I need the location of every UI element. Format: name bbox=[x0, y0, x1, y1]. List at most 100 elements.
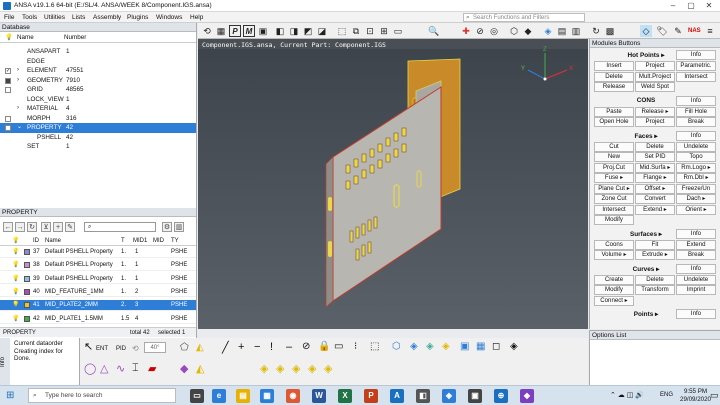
module-button[interactable]: New bbox=[594, 152, 634, 162]
ent-select-icon[interactable]: ⬡ bbox=[392, 341, 401, 352]
circle-icon[interactable]: ◯ bbox=[84, 362, 96, 375]
columns-icon[interactable]: ▥ bbox=[174, 222, 184, 232]
module-button[interactable]: Transform bbox=[635, 285, 675, 295]
module-button[interactable]: Break bbox=[676, 117, 716, 127]
visibility-checkbox[interactable] bbox=[5, 115, 11, 122]
app-icon[interactable]: ◧ bbox=[416, 389, 430, 403]
bulb-icon[interactable]: 💡 bbox=[12, 287, 19, 298]
module-button[interactable]: Fill Hole bbox=[676, 106, 716, 117]
cube-gray-icon[interactable]: ◈ bbox=[510, 341, 518, 352]
close-icon[interactable]: ✕ bbox=[702, 1, 716, 11]
center-icon[interactable]: ⊞ bbox=[378, 25, 390, 37]
store-icon[interactable]: ▦ bbox=[260, 389, 274, 403]
section-cons[interactable]: CONS bbox=[622, 97, 670, 104]
view-top-icon[interactable]: ▣ bbox=[257, 25, 269, 37]
module-button[interactable]: Delete bbox=[594, 71, 634, 82]
info-button-curves[interactable]: Info bbox=[676, 263, 716, 274]
powerpoint-icon[interactable]: P bbox=[364, 389, 378, 403]
zoom-window-icon[interactable]: ⧉ bbox=[350, 25, 362, 37]
display-icon[interactable]: ▭ bbox=[334, 341, 343, 352]
module-button[interactable]: Coons bbox=[594, 239, 634, 250]
section-curves[interactable]: Curves ▸ bbox=[622, 265, 670, 273]
cube-wire-icon[interactable]: ◻ bbox=[492, 341, 500, 352]
module-button[interactable]: Delete bbox=[635, 274, 675, 285]
dash-icon[interactable]: ‒ bbox=[286, 341, 292, 353]
db-row[interactable]: › MATERIAL 4 bbox=[0, 104, 196, 114]
module-button[interactable]: Fuse ▸ bbox=[594, 173, 634, 183]
cube-multi-icon[interactable]: ▣ bbox=[460, 341, 469, 352]
ansa-taskbar-icon[interactable]: A bbox=[390, 389, 404, 403]
view-side-icon[interactable]: ◨ bbox=[288, 25, 300, 37]
word-icon[interactable]: W bbox=[312, 389, 326, 403]
minus-icon[interactable]: − bbox=[254, 341, 260, 353]
module-button[interactable]: Flange ▸ bbox=[635, 173, 675, 183]
bulb-icon[interactable]: 💡 bbox=[12, 260, 19, 271]
pid-label[interactable]: PID bbox=[116, 346, 126, 352]
db-row[interactable]: MORPH 316 bbox=[0, 114, 196, 124]
module-button[interactable]: Release ▸ bbox=[635, 106, 675, 117]
surface-fill-icon[interactable]: ◭ bbox=[196, 362, 204, 375]
module-button[interactable]: Undelete bbox=[676, 274, 716, 285]
settings-icon[interactable]: ⚙ bbox=[162, 222, 172, 232]
taskbar-search-input[interactable]: ⌕ Type here to search bbox=[28, 388, 176, 403]
property-search-input[interactable]: ⌕ bbox=[84, 222, 156, 232]
fit-icon[interactable]: ⊡ bbox=[364, 25, 376, 37]
property-row[interactable]: 💡 42 MID_PLATE1_1.5MM 1.5 4 PSHE bbox=[0, 314, 196, 324]
module-button[interactable]: Dach ▸ bbox=[676, 194, 716, 204]
beam-icon[interactable]: ⌶ bbox=[132, 362, 139, 375]
info-button-points[interactable]: Info bbox=[676, 309, 716, 319]
module-button[interactable]: Insert bbox=[594, 61, 634, 71]
refresh-icon[interactable]: ↻ bbox=[590, 25, 602, 37]
selection-icon[interactable]: ◈ bbox=[542, 25, 554, 37]
module-button[interactable]: Extend ▸ bbox=[635, 204, 675, 215]
module-button[interactable]: Create bbox=[594, 274, 634, 285]
property-row[interactable]: 💡 37 Default PSHELL Property 1. 1 PSHE bbox=[0, 247, 196, 258]
section-faces[interactable]: Faces ▸ bbox=[622, 132, 670, 140]
minimize-icon[interactable]: – bbox=[666, 1, 680, 11]
menu-file[interactable]: File bbox=[4, 14, 14, 21]
info-button-hotpoints[interactable]: Info bbox=[676, 50, 716, 60]
rotate-icon[interactable]: ⟲ bbox=[201, 25, 213, 37]
curve-icon[interactable]: ∿ bbox=[116, 362, 125, 375]
menu-tools[interactable]: Tools bbox=[22, 14, 37, 21]
info-button-faces[interactable]: Info bbox=[676, 130, 716, 141]
add-icon[interactable]: + bbox=[53, 222, 63, 232]
section-hotpoints[interactable]: Hot Points ▸ bbox=[622, 51, 670, 59]
notification-icon[interactable]: ▭ bbox=[710, 390, 719, 401]
perspective-icon[interactable]: P bbox=[229, 25, 241, 37]
cube-grid-icon[interactable]: ▦ bbox=[476, 341, 485, 352]
maximize-icon[interactable]: ▢ bbox=[684, 1, 698, 11]
module-button[interactable]: Release bbox=[594, 82, 634, 92]
property-row[interactable]: 💡 40 MID_FEATURE_1MM 1. 2 PSHE bbox=[0, 287, 196, 298]
box-select-icon[interactable]: ⬚ bbox=[370, 341, 379, 352]
visibility-checkbox[interactable] bbox=[5, 77, 11, 84]
surface-icon[interactable]: ◆ bbox=[180, 362, 188, 375]
db-row[interactable]: ANSAPART 1 bbox=[0, 47, 196, 57]
app4-icon[interactable]: ⊕ bbox=[494, 389, 508, 403]
bulb-icon[interactable]: 💡 bbox=[12, 247, 19, 258]
select-fill-icon[interactable]: ◭ bbox=[196, 342, 204, 353]
ent-label[interactable]: ENT bbox=[96, 346, 108, 352]
menu-utilities[interactable]: Utilities bbox=[44, 14, 65, 21]
module-button[interactable]: Weld Spot bbox=[635, 82, 675, 92]
line-icon[interactable]: ╱ bbox=[222, 341, 229, 354]
module-button[interactable]: Extend bbox=[676, 239, 716, 250]
plus-icon[interactable]: + bbox=[238, 341, 244, 353]
set3-icon[interactable]: ◈ bbox=[292, 362, 300, 375]
menu-assembly[interactable]: Assembly bbox=[93, 14, 121, 21]
info-button-cons[interactable]: Info bbox=[676, 95, 716, 106]
rotate-icon[interactable]: ⟲ bbox=[132, 344, 139, 353]
db-row[interactable]: GRID 48565 bbox=[0, 85, 196, 95]
task-view-icon[interactable]: ▭ bbox=[190, 389, 204, 403]
module-button[interactable]: Proj.Cut bbox=[594, 162, 634, 173]
expand-arrow-icon[interactable]: › bbox=[17, 66, 19, 76]
zoom-search-icon[interactable]: 🔍 bbox=[428, 25, 440, 37]
lock-icon[interactable]: 🔒 bbox=[318, 341, 330, 352]
module-button[interactable]: Zone Cut bbox=[594, 194, 634, 204]
fill-icon[interactable]: ▰ bbox=[148, 362, 156, 375]
set5-icon[interactable]: ◈ bbox=[324, 362, 332, 375]
module-button[interactable]: Rm.Logo ▸ bbox=[676, 162, 716, 173]
parallel-icon[interactable]: M bbox=[243, 25, 255, 37]
module-button[interactable]: Intersect bbox=[676, 71, 716, 82]
module-button[interactable]: Undelete bbox=[676, 141, 716, 152]
